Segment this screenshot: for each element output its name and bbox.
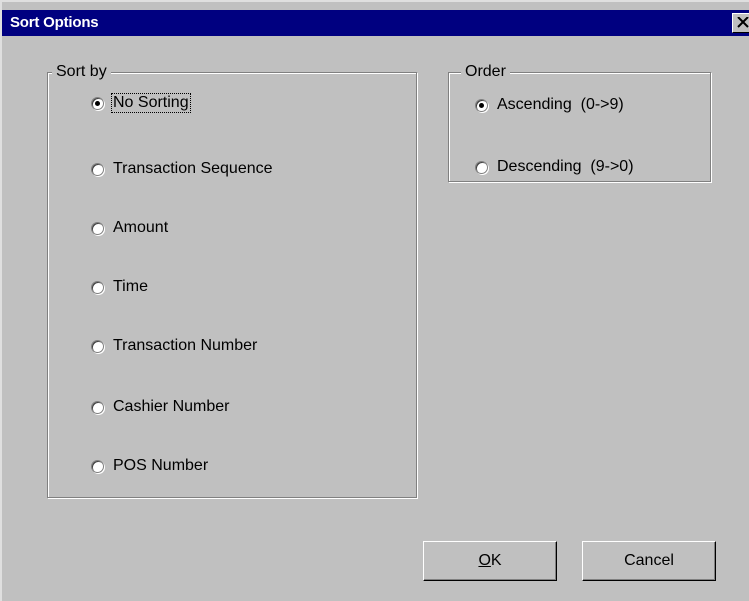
sort-option-transaction-number[interactable]: Transaction Number	[91, 335, 258, 357]
sort-option-transaction-sequence[interactable]: Transaction Sequence	[91, 158, 274, 180]
sort-option-amount[interactable]: Amount	[91, 217, 169, 239]
ok-accelerator: O	[478, 552, 491, 569]
order-option-ascending[interactable]: Ascending (0->9)	[475, 94, 625, 116]
radio-ascending[interactable]	[475, 98, 488, 112]
close-button[interactable]	[732, 13, 749, 33]
sort-option-time[interactable]: Time	[91, 276, 149, 298]
radio-amount[interactable]	[91, 221, 104, 235]
label-cashier-number: Cashier Number	[113, 398, 230, 415]
ok-button-label: OK	[478, 552, 501, 570]
sort-by-group: Sort by No Sorting Transaction Sequence …	[47, 62, 417, 498]
ok-label-rest: K	[490, 552, 502, 569]
dialog-title: Sort Options	[10, 14, 99, 31]
title-bar: Sort Options	[2, 10, 749, 36]
sort-by-legend: Sort by	[52, 62, 111, 82]
cancel-button[interactable]: Cancel	[582, 541, 716, 581]
radio-no-sorting[interactable]	[91, 96, 104, 110]
sort-option-pos-number[interactable]: POS Number	[91, 455, 209, 477]
label-transaction-sequence: Transaction Sequence	[113, 160, 273, 177]
sort-options-dialog: Sort Options Sort by No Sorting Transact…	[0, 0, 749, 601]
label-amount: Amount	[113, 219, 169, 236]
order-option-descending[interactable]: Descending (9->0)	[475, 156, 635, 178]
radio-descending[interactable]	[475, 160, 488, 174]
label-descending: Descending (9->0)	[497, 158, 634, 175]
sort-option-no-sorting[interactable]: No Sorting	[91, 92, 191, 114]
ok-button[interactable]: OK	[423, 541, 557, 581]
radio-pos-number[interactable]	[91, 459, 104, 473]
radio-cashier-number[interactable]	[91, 400, 104, 414]
label-no-sorting: No Sorting	[111, 93, 191, 113]
sort-option-cashier-number[interactable]: Cashier Number	[91, 396, 230, 418]
label-transaction-number: Transaction Number	[113, 337, 258, 354]
radio-time[interactable]	[91, 280, 104, 294]
order-legend: Order	[461, 62, 510, 82]
label-ascending: Ascending (0->9)	[497, 96, 624, 113]
cancel-button-label: Cancel	[624, 552, 674, 569]
radio-transaction-number[interactable]	[91, 339, 104, 353]
radio-transaction-sequence[interactable]	[91, 162, 104, 176]
label-time: Time	[113, 278, 148, 295]
label-pos-number: POS Number	[113, 457, 209, 474]
order-group: Order Ascending (0->9) Descending (9->0)	[448, 62, 711, 182]
close-icon	[737, 17, 749, 28]
